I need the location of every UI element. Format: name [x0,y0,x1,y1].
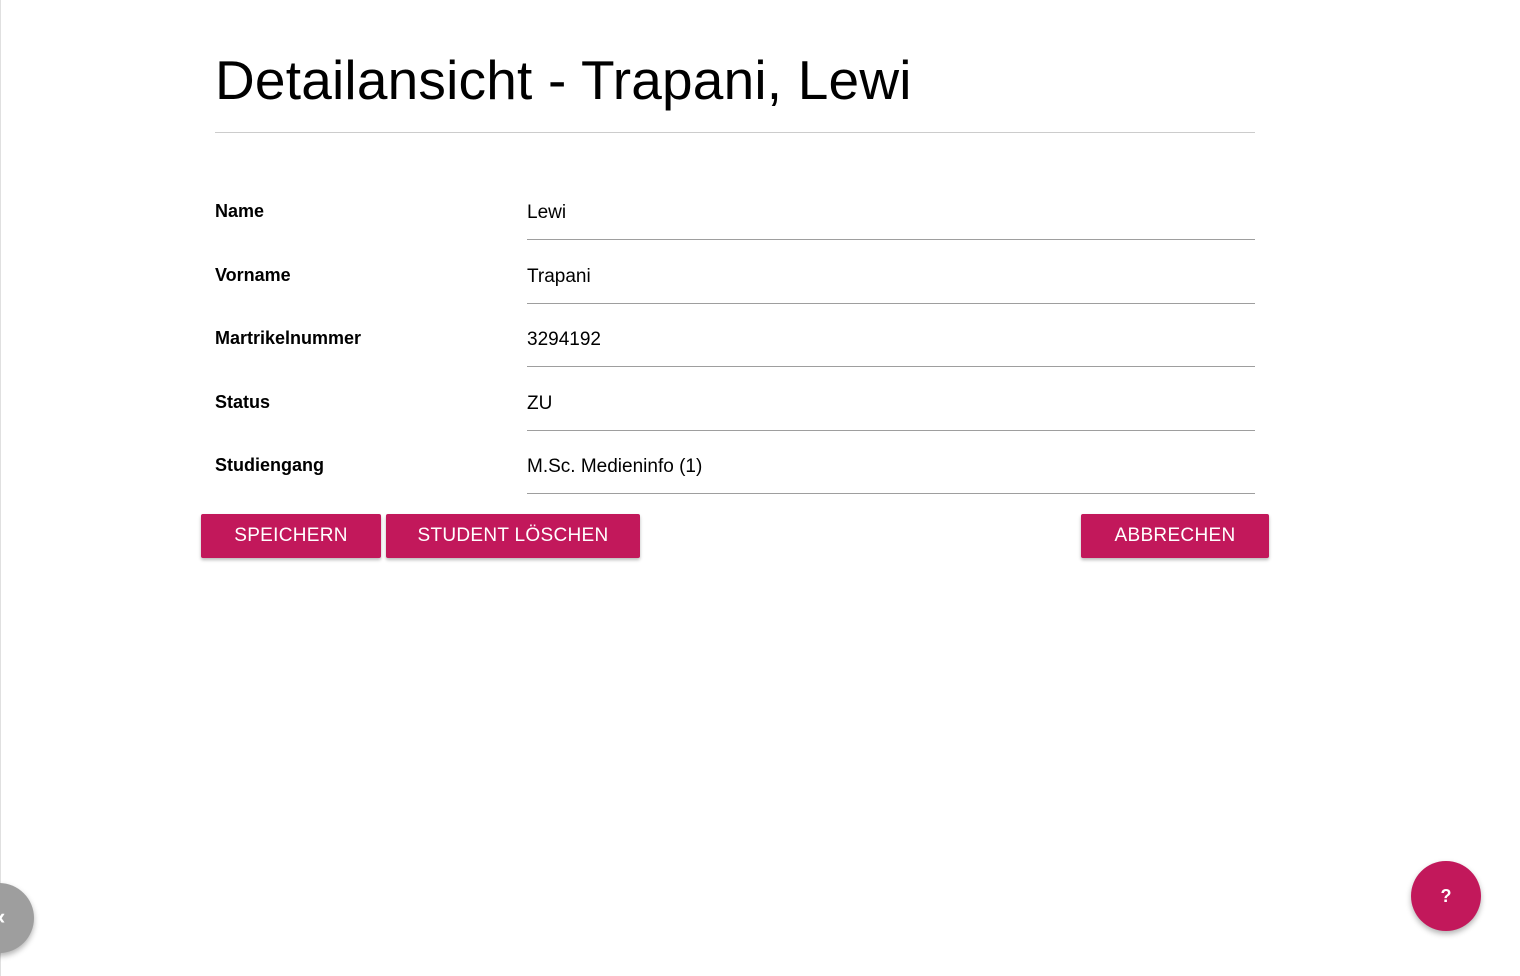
form-row-vorname: Vorname [215,264,1255,328]
studiengang-field[interactable] [527,454,1255,494]
status-field[interactable] [527,391,1255,431]
form-row-status: Status [215,391,1255,455]
matrikelnummer-field[interactable] [527,327,1255,367]
page-title: Detailansicht - Trapani, Lewi [215,49,912,111]
delete-student-button[interactable]: Student löschen [386,514,640,558]
studiengang-label: Studiengang [215,455,324,475]
vorname-field[interactable] [527,264,1255,304]
form-row-matrikelnummer: Martrikelnummer [215,327,1255,391]
save-button[interactable]: Speichern [201,514,381,558]
status-label: Status [215,392,271,412]
cancel-button[interactable]: Abbrechen [1081,514,1269,558]
vorname-label: Vorname [215,265,291,285]
left-edge-divider [0,0,1,976]
help-button[interactable]: ? [1411,861,1481,931]
chevron-left-icon: ‹ [0,905,5,929]
name-label: Name [215,201,265,221]
title-divider [215,132,1255,133]
name-field[interactable] [527,200,1255,240]
form-row-studiengang: Studiengang [215,454,1255,518]
matrikelnummer-label: Martrikelnummer [215,328,362,348]
form-row-name: Name [215,200,1255,264]
side-toggle-button[interactable]: ‹ [0,883,34,953]
